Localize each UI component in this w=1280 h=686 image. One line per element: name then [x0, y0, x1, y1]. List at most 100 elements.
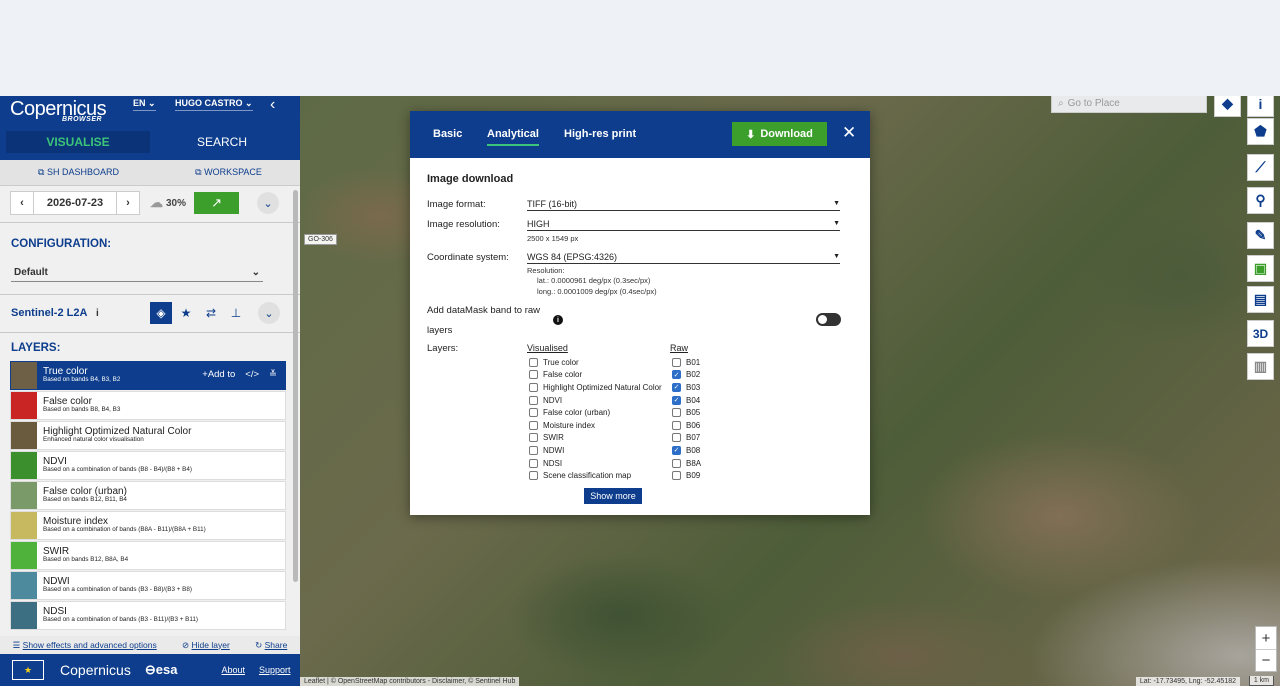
checkbox[interactable] [529, 370, 538, 380]
checkbox[interactable] [529, 395, 538, 405]
checkbox[interactable] [529, 382, 538, 392]
3d-icon[interactable]: 3D [1247, 320, 1274, 347]
layer-item[interactable]: False color (urban) Based on bands B12, B… [10, 481, 286, 510]
go-to-place-search[interactable]: ⌕ Go to Place [1051, 96, 1207, 113]
checkbox[interactable]: ✓ [672, 382, 681, 392]
line-icon[interactable]: ⟋ [1247, 154, 1274, 181]
checkbox[interactable] [672, 458, 681, 468]
checkbox[interactable]: ✓ [672, 395, 681, 405]
layer-item[interactable]: SWIR Based on bands B12, B8A, B4 [10, 541, 286, 570]
raw-band-option[interactable]: B07 [672, 432, 701, 445]
dataset-name[interactable]: Sentinel-2 L2A [11, 307, 96, 319]
raw-band-option[interactable]: ✓ B03 [672, 381, 701, 394]
layer-item[interactable]: NDWI Based on a combination of bands (B3 … [10, 571, 286, 600]
compare-icon[interactable]: ⇄ [200, 302, 222, 324]
visualised-layer-option[interactable]: True color [529, 356, 662, 369]
add-to-button[interactable]: +Add to [202, 369, 235, 380]
about-link[interactable]: About [221, 665, 245, 675]
raw-band-option[interactable]: ✓ B08 [672, 444, 701, 457]
pin-icon[interactable]: ⚲ [1247, 187, 1274, 214]
show-more-button[interactable]: Show more [584, 488, 642, 504]
previous-date-button[interactable]: ‹ [10, 191, 34, 215]
raw-band-option[interactable]: ✓ B02 [672, 369, 701, 382]
expand-layer-icon[interactable]: ≚ [269, 369, 277, 380]
film-icon[interactable]: ▤ [1247, 286, 1274, 313]
tab-visualise[interactable]: VISUALISE [6, 131, 150, 153]
raw-band-option[interactable]: B09 [672, 469, 701, 482]
expand-chevron-icon[interactable]: ⌄ [258, 302, 280, 324]
configuration-select[interactable]: Default ⌄ [11, 264, 263, 282]
search-date-button[interactable]: ↗ [194, 192, 240, 214]
visualised-layer-option[interactable]: Scene classification map [529, 469, 662, 482]
hide-layer-link[interactable]: ⊘ Hide layer [182, 640, 230, 651]
raw-band-option[interactable]: B05 [672, 406, 701, 419]
checkbox[interactable] [529, 433, 538, 443]
close-icon[interactable]: ✕ [842, 123, 856, 143]
visualised-layer-option[interactable]: NDSI [529, 457, 662, 470]
checkbox[interactable] [529, 408, 538, 418]
pentagon-icon[interactable]: ⬟ [1247, 118, 1274, 145]
visualised-layer-option[interactable]: NDVI [529, 394, 662, 407]
ruler-icon[interactable]: ✎ [1247, 222, 1274, 249]
star-icon[interactable]: ★ [175, 302, 197, 324]
visualised-layer-option[interactable]: SWIR [529, 432, 662, 445]
coordinate-system-select[interactable]: WGS 84 (EPSG:4326) ▼ [527, 250, 840, 264]
visualised-layer-option[interactable]: Moisture index [529, 419, 662, 432]
raw-band-option[interactable]: B01 [672, 356, 701, 369]
visualised-layer-option[interactable]: False color [529, 369, 662, 382]
datamask-toggle[interactable] [816, 313, 841, 326]
date-input[interactable]: 2026-07-23 [34, 191, 116, 215]
language-selector[interactable]: EN ⌄ [133, 98, 156, 111]
checkbox[interactable]: ✓ [672, 370, 681, 380]
layer-item[interactable]: NDVI Based on a combination of bands (B8 … [10, 451, 286, 480]
cloud-coverage[interactable]: ☁ 30% [150, 195, 186, 211]
next-date-button[interactable]: › [116, 191, 140, 215]
layer-item[interactable]: Moisture index Based on a combination of … [10, 511, 286, 540]
visualised-layer-option[interactable]: Highlight Optimized Natural Color [529, 381, 662, 394]
layers-stack-icon[interactable]: ◈ [150, 302, 172, 324]
checkbox[interactable] [529, 420, 538, 430]
layers-icon[interactable]: ◆ [1214, 96, 1241, 117]
visualised-layer-option[interactable]: NDWI [529, 444, 662, 457]
image-resolution-select[interactable]: HIGH ▼ [527, 217, 840, 231]
zoom-in-button[interactable]: + [1256, 627, 1276, 649]
checkbox[interactable]: ✓ [672, 445, 681, 455]
image-format-select[interactable]: TIFF (16-bit) ▼ [527, 197, 840, 211]
pin-icon[interactable]: ⊥ [225, 302, 247, 324]
checkbox[interactable] [529, 458, 538, 468]
tab-analytical[interactable]: Analytical [487, 128, 539, 146]
dataset-info-icon[interactable]: i [96, 308, 150, 319]
layer-item[interactable]: Highlight Optimized Natural Color Enhance… [10, 421, 286, 450]
checkbox[interactable] [529, 445, 538, 455]
checkbox[interactable] [672, 471, 681, 481]
layer-item[interactable]: False color Based on bands B8, B4, B3 [10, 391, 286, 420]
info-icon[interactable]: i [553, 315, 563, 325]
support-link[interactable]: Support [259, 665, 291, 675]
raw-band-option[interactable]: B06 [672, 419, 701, 432]
code-icon[interactable]: </> [245, 369, 259, 380]
sidebar-scrollbar[interactable] [293, 190, 298, 582]
share-link[interactable]: ↻ Share [255, 640, 287, 651]
info-icon[interactable]: i [1247, 96, 1274, 117]
visualised-layer-option[interactable]: False color (urban) [529, 406, 662, 419]
checkbox[interactable] [529, 357, 538, 367]
sh-dashboard-link[interactable]: ⧉ SH DASHBOARD [38, 167, 119, 178]
checkbox[interactable] [672, 433, 681, 443]
checkbox[interactable] [672, 420, 681, 430]
workspace-link[interactable]: ⧉ WORKSPACE [195, 167, 262, 178]
show-effects-link[interactable]: ☰ Show effects and advanced options [13, 640, 157, 651]
tab-search[interactable]: SEARCH [150, 131, 294, 153]
raw-band-option[interactable]: ✓ B04 [672, 394, 701, 407]
tab-high-res-print[interactable]: High-res print [564, 128, 636, 140]
download-button[interactable]: ⬇ Download [732, 122, 827, 146]
checkbox[interactable] [672, 357, 681, 367]
user-menu[interactable]: HUGO CASTRO ⌄ [175, 98, 253, 111]
layer-item[interactable]: True color Based on bands B4, B3, B2 +Add … [10, 361, 286, 390]
zoom-out-button[interactable]: − [1256, 649, 1276, 671]
checkbox[interactable] [672, 408, 681, 418]
expand-chevron-icon[interactable]: ⌄ [257, 192, 280, 214]
image-icon[interactable]: ▣ [1247, 255, 1274, 282]
collapse-sidebar-icon[interactable]: ‹ [270, 96, 275, 114]
raw-band-option[interactable]: B8A [672, 457, 701, 470]
chart-icon[interactable]: ▥ [1247, 353, 1274, 380]
